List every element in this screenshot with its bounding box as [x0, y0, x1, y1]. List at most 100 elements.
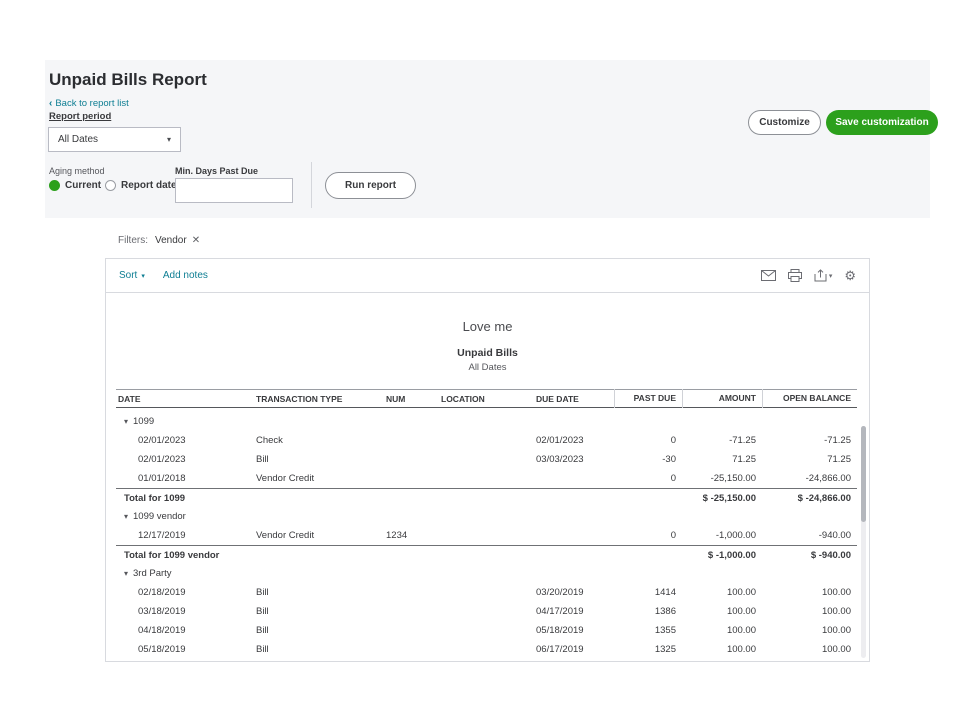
table-row[interactable]: 05/18/2019Bill06/17/20191325100.00100.00	[116, 640, 857, 659]
report-toolbar: Sort ▾ Add notes ▾ ⚙	[106, 259, 869, 293]
scrollbar-thumb[interactable]	[861, 426, 866, 522]
report-subtitle: All Dates	[106, 362, 869, 373]
min-days-past-due-input[interactable]	[175, 178, 293, 203]
cell-transaction-type: Vendor Credit	[256, 530, 386, 541]
printer-icon[interactable]	[788, 269, 802, 282]
total-open-balance: $ -24,866.00	[762, 493, 857, 504]
cell-transaction-type: Bill	[256, 587, 386, 598]
table-row[interactable]: 01/01/2018Vendor Credit 0-25,150.00-24,86…	[116, 469, 857, 488]
cell-amount: 100.00	[682, 625, 762, 636]
back-link-label: Back to report list	[55, 98, 128, 109]
total-amount: $ -25,150.00	[682, 493, 762, 504]
column-header-location[interactable]: LOCATION	[441, 394, 536, 404]
table-header-row: DATE TRANSACTION TYPE NUM LOCATION DUE D…	[116, 389, 857, 408]
report-period-select[interactable]: All Dates ▾	[48, 127, 181, 152]
cell-amount: 100.00	[682, 587, 762, 598]
collapse-triangle-icon[interactable]: ▾	[124, 512, 128, 521]
cell-amount: 100.00	[682, 644, 762, 655]
cell-past-due: 0	[614, 473, 682, 484]
column-header-transaction-type[interactable]: TRANSACTION TYPE	[256, 394, 386, 404]
cell-open-balance: 100.00	[762, 606, 857, 617]
group-header-row[interactable]: ▾ 1099 vendor	[116, 507, 857, 526]
cell-num: 1234	[386, 530, 441, 541]
cell-date: 01/01/2018	[116, 473, 256, 484]
cell-amount: 71.25	[682, 454, 762, 465]
table-row[interactable]: 02/18/2019Bill03/20/20191414100.00100.00	[116, 583, 857, 602]
column-header-due-date[interactable]: DUE DATE	[536, 394, 614, 404]
group-header-row[interactable]: ▾1099	[116, 412, 857, 431]
column-header-open-balance[interactable]: OPEN BALANCE	[762, 389, 857, 408]
report-period-label: Report period	[49, 111, 111, 122]
cell-transaction-type: Bill	[256, 625, 386, 636]
cell-date: 05/18/2019	[116, 644, 256, 655]
total-amount: $ -1,000.00	[682, 550, 762, 561]
gear-icon[interactable]: ⚙	[844, 269, 856, 282]
collapse-triangle-icon[interactable]: ▾	[124, 569, 128, 578]
report-period-value: All Dates	[58, 134, 98, 145]
filters-row: Filters: Vendor ✕	[118, 235, 200, 246]
min-days-past-due-label: Min. Days Past Due	[175, 166, 258, 176]
cell-amount: 100.00	[682, 606, 762, 617]
customize-button[interactable]: Customize	[748, 110, 821, 135]
report-table-body: ▾109902/01/2023Check02/01/20230-71.25-71…	[116, 412, 857, 662]
cell-due-date: 02/01/2023	[536, 435, 614, 446]
group-name: 3rd Party	[133, 568, 172, 579]
mail-icon[interactable]	[761, 270, 776, 281]
cell-past-due: -30	[614, 454, 682, 465]
table-row[interactable]: 02/01/2023Bill03/03/2023-3071.2571.25	[116, 450, 857, 469]
cell-open-balance: 100.00	[762, 644, 857, 655]
back-to-report-list-link[interactable]: ‹ Back to report list	[49, 98, 129, 109]
total-open-balance: $ -940.00	[762, 550, 857, 561]
cell-past-due: 1325	[614, 644, 682, 655]
column-header-past-due[interactable]: PAST DUE	[614, 389, 682, 408]
collapse-triangle-icon[interactable]: ▾	[124, 417, 128, 426]
radio-unselected-icon	[105, 180, 116, 191]
cell-date: 02/01/2023	[116, 435, 256, 446]
group-total-row: Total for 1099$ -25,150.00$ -24,866.00	[116, 488, 857, 507]
cell-date: 12/17/2019	[116, 530, 256, 541]
cell-amount: -25,150.00	[682, 473, 762, 484]
cell-past-due: 1355	[614, 625, 682, 636]
run-report-button[interactable]: Run report	[325, 172, 416, 199]
sort-dropdown[interactable]: Sort ▾	[119, 270, 145, 281]
cell-past-due: 1386	[614, 606, 682, 617]
column-header-date[interactable]: DATE	[116, 394, 256, 404]
cell-due-date: 05/18/2019	[536, 625, 614, 636]
cell-open-balance: -71.25	[762, 435, 857, 446]
report-header-band: Unpaid Bills Report ‹ Back to report lis…	[45, 60, 930, 218]
filters-label: Filters:	[118, 235, 148, 246]
table-row[interactable]: 03/18/2019Bill04/17/20191386100.00100.00	[116, 602, 857, 621]
add-notes-link[interactable]: Add notes	[163, 270, 208, 281]
aging-report-date-label: Report date	[121, 180, 177, 191]
cell-due-date: 06/17/2019	[536, 644, 614, 655]
cell-amount: -1,000.00	[682, 530, 762, 541]
group-header-row[interactable]: ▾ 3rd Party	[116, 564, 857, 583]
table-row[interactable]: 12/17/2019Vendor Credit12340-1,000.00-94…	[116, 526, 857, 545]
group-total-row: Total for 1099 vendor $ -1,000.00$ -940.0…	[116, 545, 857, 564]
chevron-left-icon: ‹	[49, 98, 52, 109]
remove-filter-icon[interactable]: ✕	[192, 236, 200, 246]
cell-open-balance: -24,866.00	[762, 473, 857, 484]
aging-report-date-radio[interactable]: Report date	[105, 180, 177, 191]
aging-current-radio[interactable]: Current	[49, 180, 101, 191]
total-label: Total for 1099 vendor	[116, 550, 614, 561]
cell-open-balance: 100.00	[762, 587, 857, 598]
filter-vendor-chip[interactable]: Vendor ✕	[155, 235, 200, 246]
cell-open-balance: 71.25	[762, 454, 857, 465]
radio-selected-icon	[49, 180, 60, 191]
export-icon[interactable]: ▾	[814, 269, 833, 282]
table-row[interactable]: 04/18/2019Bill05/18/20191355100.00100.00	[116, 621, 857, 640]
save-customization-button[interactable]: Save customization	[826, 110, 938, 135]
cell-transaction-type: Bill	[256, 644, 386, 655]
cell-due-date: 04/17/2019	[536, 606, 614, 617]
group-name: 1099 vendor	[133, 511, 186, 522]
table-row[interactable]: 02/01/2023Check02/01/20230-71.25-71.25	[116, 431, 857, 450]
cell-due-date: 03/03/2023	[536, 454, 614, 465]
vertical-divider	[311, 162, 312, 208]
table-row[interactable]: 06/18/2019Bill07/18/20191294100.00100.00	[116, 659, 857, 662]
sort-label: Sort	[119, 270, 137, 281]
cell-due-date: 03/20/2019	[536, 587, 614, 598]
column-header-amount[interactable]: AMOUNT	[682, 389, 762, 408]
column-header-num[interactable]: NUM	[386, 394, 441, 404]
cell-transaction-type: Vendor Credit	[256, 473, 386, 484]
